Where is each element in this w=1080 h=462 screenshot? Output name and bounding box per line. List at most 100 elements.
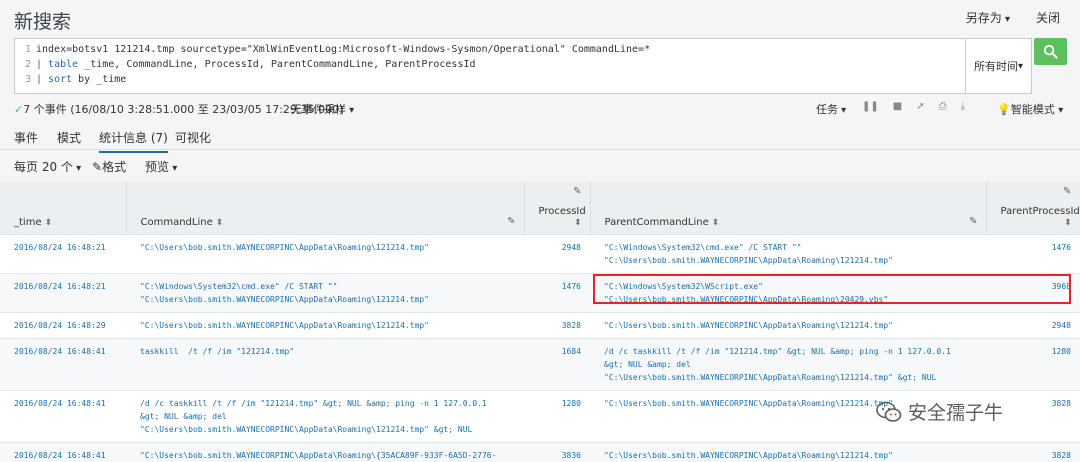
- cell-time[interactable]: 2016/08/24 16:48:21: [0, 272, 126, 312]
- query-text: index=botsv1 121214.tmp sourcetype="XmlW…: [36, 44, 651, 55]
- cell-time[interactable]: 2016/08/24 16:48:41: [0, 389, 126, 442]
- search-button[interactable]: [1034, 38, 1067, 65]
- cell-commandline-line: "C:\Users\bob.smith.WAYNECORPINC\AppData…: [140, 424, 473, 434]
- cell-processid[interactable]: 1280: [524, 389, 590, 442]
- column-label: CommandLine: [141, 217, 224, 228]
- search-query-editor[interactable]: 1 index=botsv1 121214.tmp sourcetype="Xml…: [14, 38, 966, 94]
- cell-commandline-line: "C:\Users\bob.smith.WAYNECORPINC\AppData…: [140, 294, 429, 304]
- query-pipe: |: [36, 74, 49, 85]
- table-row[interactable]: 2016/08/24 16:48:29 "C:\Users\bob.smith.W…: [0, 311, 1080, 338]
- cell-time[interactable]: 2016/08/24 16:48:29: [0, 311, 126, 338]
- check-icon: ✓: [14, 103, 24, 116]
- cell-commandline[interactable]: /d /c taskkill /t /f /im "121214.tmp" &g…: [126, 389, 524, 442]
- cell-time[interactable]: 2016/08/24 16:48:41: [0, 441, 126, 462]
- cell-commandline[interactable]: "C:\Users\bob.smith.WAYNECORPINC\AppData…: [126, 311, 524, 338]
- table-row[interactable]: 2016/08/24 16:48:41 taskkill /t /f /im "1…: [0, 337, 1080, 390]
- cell-parentprocessid[interactable]: 1476: [986, 233, 1080, 273]
- mode-label: 智能模式: [1010, 103, 1055, 116]
- tab-events[interactable]: 事件: [14, 129, 38, 146]
- print-icon[interactable]: ⎙: [939, 101, 947, 112]
- cell-parentcommandline-line: "C:\Windows\System32\cmd.exe" /C START "…: [604, 242, 802, 252]
- line-number: 3: [24, 74, 31, 85]
- cell-commandline-line: "C:\Users\bob.smith.WAYNECORPINC\AppData…: [140, 450, 497, 460]
- cell-parentcommandline[interactable]: "C:\Windows\System32\WScript.exe" "C:\Use…: [590, 272, 986, 312]
- cell-parentprocessid[interactable]: 1280: [986, 337, 1080, 390]
- cell-parentcommandline-line: "C:\Users\bob.smith.WAYNECORPINC\AppData…: [604, 320, 893, 330]
- table-row[interactable]: 2016/08/24 16:48:21 "C:\Windows\System32\…: [0, 272, 1080, 312]
- tab-patterns[interactable]: 模式: [57, 129, 81, 146]
- time-range-picker[interactable]: 所有时间: [966, 38, 1032, 94]
- pause-icon[interactable]: ❚❚: [862, 101, 879, 112]
- export-icon[interactable]: ⤓: [961, 101, 965, 112]
- cell-processid[interactable]: 2948: [524, 233, 590, 273]
- cell-processid[interactable]: 3836: [524, 441, 590, 462]
- format-label: 格式: [102, 160, 127, 174]
- search-mode-menu[interactable]: 💡智能模式: [997, 101, 1063, 117]
- cell-parentcommandline[interactable]: "C:\Users\bob.smith.WAYNECORPINC\AppData…: [590, 441, 986, 462]
- cell-commandline-line: "C:\Users\bob.smith.WAYNECORPINC\AppData…: [140, 242, 429, 252]
- job-menu[interactable]: 任务: [816, 101, 846, 117]
- cell-commandline[interactable]: "C:\Windows\System32\cmd.exe" /C START "…: [126, 272, 524, 312]
- cell-parentprocessid[interactable]: 2948: [986, 311, 1080, 338]
- save-as-menu[interactable]: 另存为: [966, 9, 1010, 26]
- top-actions: 另存为 关闭: [966, 9, 1060, 26]
- share-icon[interactable]: ➚: [916, 101, 924, 112]
- close-link[interactable]: 关闭: [1036, 9, 1060, 26]
- query-line-2: 2 | table _time, CommandLine, ProcessId, …: [15, 58, 476, 72]
- cell-parentcommandline-line: "C:\Users\bob.smith.WAYNECORPINC\AppData…: [604, 255, 893, 265]
- bulb-icon: 💡: [997, 103, 1011, 116]
- column-header-parentprocessid[interactable]: ✎ ParentProcessId: [986, 182, 1080, 234]
- format-menu[interactable]: ✎格式: [92, 158, 126, 175]
- search-icon: [1043, 44, 1058, 59]
- preview-menu[interactable]: 预览: [145, 158, 177, 175]
- cell-parentcommandline-line: "C:\Users\bob.smith.WAYNECORPINC\AppData…: [604, 294, 889, 304]
- search-bar: 1 index=botsv1 121214.tmp sourcetype="Xml…: [14, 38, 1067, 94]
- column-header-time[interactable]: _time: [0, 182, 127, 234]
- cell-commandline[interactable]: taskkill /t /f /im "121214.tmp": [126, 337, 524, 390]
- per-page-menu[interactable]: 每页 20 个: [14, 158, 81, 175]
- job-controls: ❚❚ ■ ➚ ⎙ ⤓: [862, 101, 965, 112]
- cell-parentcommandline-line: "C:\Users\bob.smith.WAYNECORPINC\AppData…: [604, 372, 937, 382]
- pencil-icon[interactable]: ✎: [1063, 186, 1071, 197]
- cell-commandline[interactable]: "C:\Users\bob.smith.WAYNECORPINC\AppData…: [126, 233, 524, 273]
- cell-commandline-line: "C:\Users\bob.smith.WAYNECORPINC\AppData…: [140, 320, 429, 330]
- tab-visualization[interactable]: 可视化: [175, 129, 211, 146]
- cell-time[interactable]: 2016/08/24 16:48:21: [0, 233, 126, 273]
- query-command: sort: [48, 74, 73, 85]
- sampling-menu[interactable]: 无事件采样: [291, 101, 354, 117]
- tab-statistics[interactable]: 统计信息 (7): [99, 129, 168, 153]
- column-header-parentcommandline[interactable]: ParentCommandLine ✎: [590, 182, 987, 234]
- cell-commandline-line: taskkill /t /f /im "121214.tmp": [140, 346, 295, 356]
- table-row[interactable]: 2016/08/24 16:48:41 "C:\Users\bob.smith.W…: [0, 441, 1080, 462]
- cell-parentcommandline[interactable]: "C:\Windows\System32\cmd.exe" /C START "…: [590, 233, 986, 273]
- table-header-row: _time CommandLine ✎ ✎ ProcessId ParentComm…: [0, 182, 1080, 234]
- line-number: 2: [24, 59, 31, 70]
- cell-processid[interactable]: 3828: [524, 311, 590, 338]
- cell-parentcommandline[interactable]: "C:\Users\bob.smith.WAYNECORPINC\AppData…: [590, 311, 986, 338]
- job-status-row: ✓7 个事件 (16/08/10 3:28:51.000 至 23/03/05 …: [0, 98, 1080, 118]
- pencil-icon[interactable]: ✎: [573, 186, 581, 197]
- cell-parentcommandline[interactable]: /d /c taskkill /t /f /im "121214.tmp" &g…: [590, 337, 986, 390]
- column-header-commandline[interactable]: CommandLine ✎: [126, 182, 525, 234]
- query-line-3: 3 | sort by _time: [15, 73, 126, 87]
- page-title: 新搜索: [14, 11, 72, 33]
- cell-parentprocessid[interactable]: 3828: [986, 441, 1080, 462]
- column-label: ProcessId: [539, 206, 586, 228]
- results-tabs: 事件 模式 统计信息 (7) 可视化: [0, 124, 1080, 153]
- pencil-icon[interactable]: ✎: [507, 216, 515, 227]
- cell-time[interactable]: 2016/08/24 16:48:41: [0, 337, 126, 390]
- cell-parentprocessid[interactable]: 3968: [986, 272, 1080, 312]
- cell-commandline[interactable]: "C:\Users\bob.smith.WAYNECORPINC\AppData…: [126, 441, 524, 462]
- query-text: by _time: [72, 74, 127, 85]
- pencil-icon: ✎: [92, 160, 103, 174]
- pencil-icon[interactable]: ✎: [969, 216, 977, 227]
- table-row[interactable]: 2016/08/24 16:48:21 "C:\Users\bob.smith.W…: [0, 233, 1080, 273]
- stop-icon[interactable]: ■: [893, 101, 902, 112]
- cell-processid[interactable]: 1684: [524, 337, 590, 390]
- column-label: _time: [14, 217, 52, 228]
- column-header-processid[interactable]: ✎ ProcessId: [524, 182, 591, 234]
- line-number: 1: [24, 44, 31, 55]
- cell-processid[interactable]: 1476: [524, 272, 590, 312]
- cell-parentcommandline-line: /d /c taskkill /t /f /im "121214.tmp" &g…: [604, 346, 951, 356]
- cell-parentcommandline-line: &gt; NUL &amp; del: [604, 359, 691, 369]
